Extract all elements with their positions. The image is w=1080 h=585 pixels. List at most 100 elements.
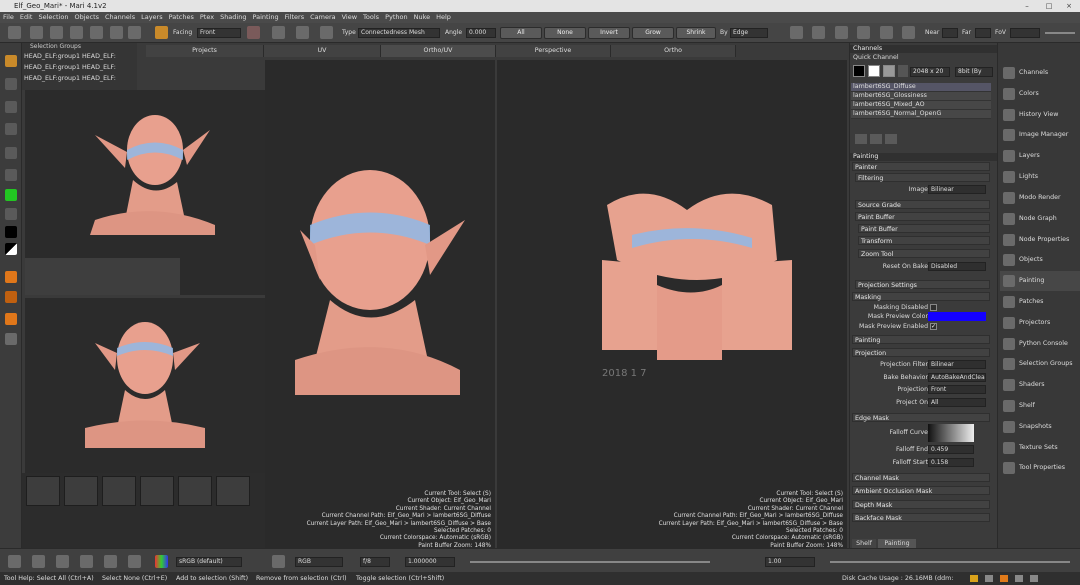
wireframe-icon[interactable] [880, 26, 893, 39]
palette-layers[interactable]: Layers [1000, 146, 1080, 166]
palette-history-view[interactable]: History View [1000, 105, 1080, 125]
invert-button[interactable]: Invert [588, 27, 630, 39]
depth-mask-section[interactable]: Depth Mask [852, 500, 990, 509]
magnify-icon[interactable] [5, 147, 17, 159]
exposure-field[interactable]: 1.000000 [405, 557, 455, 567]
falloff-curve-editor[interactable] [928, 424, 974, 442]
select-none-button[interactable]: None [544, 27, 586, 39]
menu-shading[interactable]: Shading [217, 12, 249, 23]
palette-modo-render[interactable]: Modo Render [1000, 188, 1080, 208]
camera-icon[interactable] [110, 26, 123, 39]
menu-ptex[interactable]: Ptex [197, 12, 217, 23]
snapshot-thumb[interactable] [64, 476, 98, 506]
palette-selection-groups[interactable]: Selection Groups [1000, 354, 1080, 374]
shrink-button[interactable]: Shrink [676, 27, 716, 39]
palette-python-console[interactable]: Python Console [1000, 334, 1080, 354]
select-arrow-icon[interactable] [5, 55, 17, 67]
select-all-button[interactable]: All [500, 27, 542, 39]
target-icon[interactable] [835, 26, 848, 39]
maximize-icon[interactable]: □ [1038, 0, 1060, 12]
fill-icon[interactable] [5, 291, 17, 303]
snapshot-thumb[interactable] [178, 476, 212, 506]
menu-objects[interactable]: Objects [71, 12, 102, 23]
channel-duplicate-icon[interactable] [870, 134, 882, 144]
projection-subsection[interactable]: Projection [852, 348, 990, 357]
tab-projects[interactable]: Projects [146, 45, 264, 57]
brush-icon[interactable] [5, 169, 17, 181]
shape-icon[interactable] [5, 313, 17, 325]
palette-objects[interactable]: Objects [1000, 250, 1080, 270]
projection-filter-dropdown[interactable]: Bilinear [928, 360, 986, 369]
view-cube-icon[interactable] [790, 26, 803, 39]
bake-behavior-dropdown[interactable]: AutoBakeAndClea [928, 373, 986, 382]
grid-icon[interactable] [5, 123, 17, 135]
reset-on-bake-dropdown[interactable]: Disabled [928, 262, 986, 271]
palette-node-properties[interactable]: Node Properties [1000, 230, 1080, 250]
patch-mode-icon[interactable] [296, 26, 309, 39]
angle-field[interactable]: 0.000 [466, 28, 496, 38]
tab-shelf[interactable]: Shelf [852, 539, 876, 548]
save-icon[interactable] [50, 26, 63, 39]
gamma-field[interactable]: 1.00 [765, 557, 815, 567]
menu-tools[interactable]: Tools [360, 12, 382, 23]
paint-icon[interactable] [5, 271, 17, 283]
paint-buffer-subsection[interactable]: Paint Buffer [858, 224, 990, 233]
rotate-icon[interactable] [8, 555, 21, 568]
mask-preview-color-swatch[interactable] [928, 312, 986, 321]
project-on-dropdown[interactable]: All [928, 398, 986, 407]
paint-through-icon[interactable] [5, 101, 17, 113]
projection-settings-section[interactable]: Projection Settings [855, 280, 990, 289]
orbit-icon[interactable] [80, 555, 93, 568]
falloff-start-field[interactable]: 0.158 [928, 458, 974, 467]
facing-dropdown[interactable]: Front [197, 28, 241, 38]
clone-icon[interactable] [5, 333, 17, 345]
channel-add-icon[interactable] [855, 134, 867, 144]
snapshot-thumb[interactable] [26, 476, 60, 506]
mask-preview-enabled-checkbox[interactable]: ✓ [930, 323, 937, 330]
frame-icon[interactable] [104, 555, 117, 568]
uv-viewport[interactable]: 2018 1 7 Current Tool: Select (S) Curren… [497, 60, 847, 550]
source-grade-section[interactable]: Source Grade [855, 200, 990, 209]
zoom-tool-subsection[interactable]: Zoom Tool [858, 249, 990, 258]
menu-filters[interactable]: Filters [282, 12, 307, 23]
lasso-icon[interactable] [272, 26, 285, 39]
tab-ortho-uv[interactable]: Ortho/UV [381, 45, 496, 57]
palette-shelf[interactable]: Shelf [1000, 396, 1080, 416]
transform-icon[interactable] [5, 78, 17, 90]
view-mode-dropdown[interactable]: RGB [295, 557, 343, 567]
menu-layers[interactable]: Layers [138, 12, 166, 23]
palette-projectors[interactable]: Projectors [1000, 313, 1080, 333]
masking-section[interactable]: Masking [852, 292, 990, 301]
selection-group-row[interactable]: HEAD_ELF:group1 HEAD_ELF: [22, 62, 137, 73]
menu-edit[interactable]: Edit [17, 12, 36, 23]
palette-image-manager[interactable]: Image Manager [1000, 125, 1080, 145]
selection-group-row[interactable]: HEAD_ELF:group1 HEAD_ELF: [22, 73, 137, 84]
edge-mask-section[interactable]: Edge Mask [852, 413, 990, 422]
shelf-icon[interactable] [8, 26, 21, 39]
display-mode-icon[interactable] [272, 555, 285, 568]
masking-disabled-checkbox[interactable] [930, 304, 937, 311]
channel-row-diffuse[interactable]: lambert6SG_Diffuse [851, 83, 991, 92]
black-swatch[interactable] [853, 65, 865, 77]
selection-group-row[interactable]: HEAD_ELF:group1 HEAD_ELF: [22, 51, 137, 62]
backface-mask-section[interactable]: Backface Mask [852, 513, 990, 522]
fov-field[interactable] [1010, 28, 1040, 38]
ao-mask-section[interactable]: Ambient Occlusion Mask [852, 486, 990, 495]
menu-nuke[interactable]: Nuke [411, 12, 434, 23]
menu-file[interactable]: File [0, 12, 17, 23]
grey-swatch[interactable] [883, 65, 895, 77]
facing-color-icon[interactable] [247, 26, 260, 39]
paint-buffer-section[interactable]: Paint Buffer [855, 212, 990, 221]
dolly-icon[interactable] [56, 555, 69, 568]
undo-icon[interactable] [70, 26, 83, 39]
far-field[interactable] [975, 28, 991, 38]
exposure-slider[interactable] [470, 561, 710, 563]
colorspace-dropdown[interactable]: sRGB (default) [176, 557, 242, 567]
fov-slider[interactable] [1045, 32, 1075, 34]
swap-colors-icon[interactable] [5, 208, 17, 220]
tab-uv[interactable]: UV [264, 45, 381, 57]
foreground-color-swatch[interactable] [5, 189, 17, 201]
painting-subsection[interactable]: Painting [852, 335, 990, 344]
menu-selection[interactable]: Selection [35, 12, 71, 23]
palette-shaders[interactable]: Shaders [1000, 375, 1080, 395]
